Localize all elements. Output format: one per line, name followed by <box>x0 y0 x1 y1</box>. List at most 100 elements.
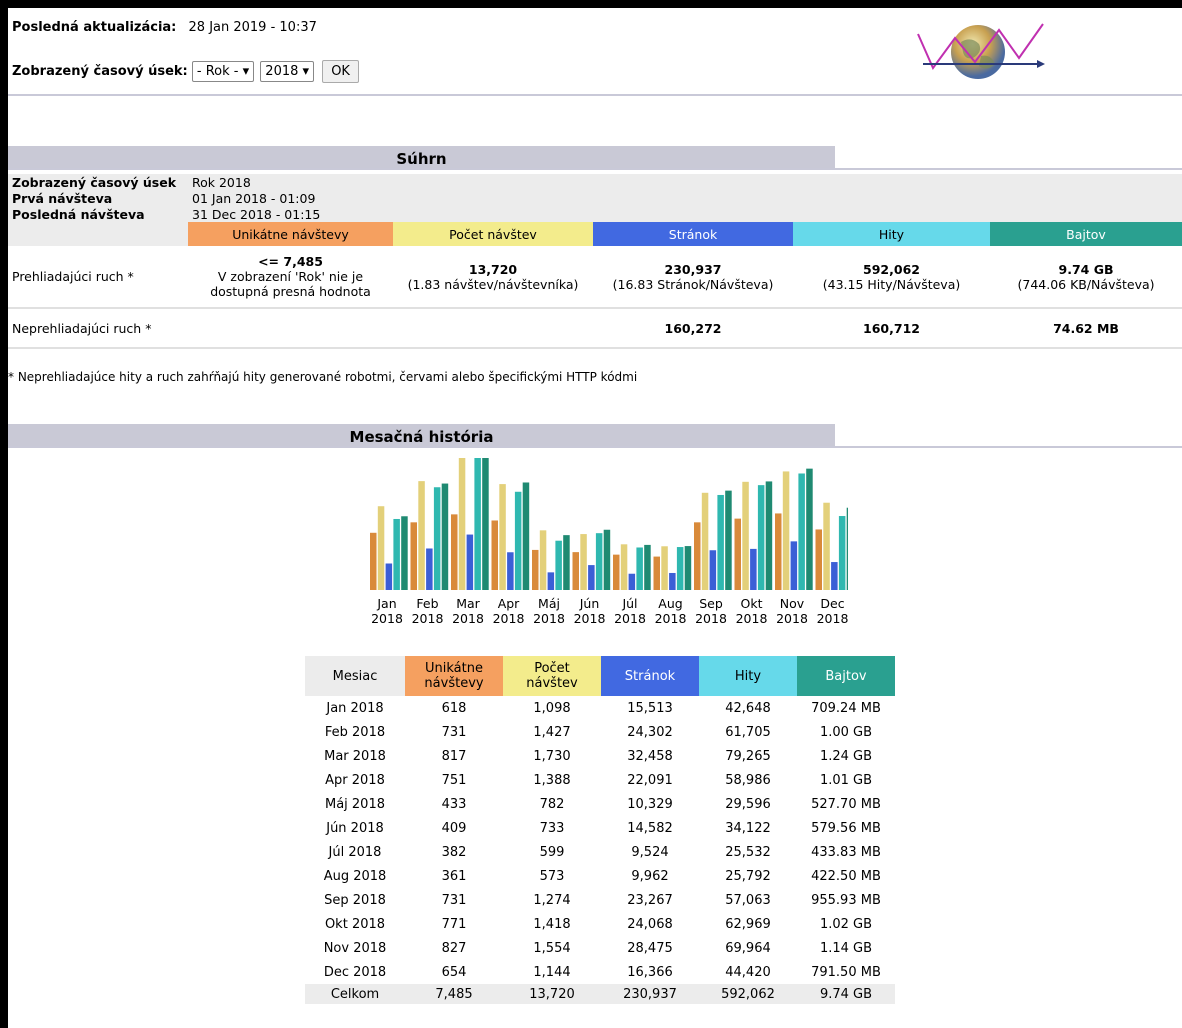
chart-month-label: Okt 2018 <box>732 596 772 626</box>
monthly-cell-hits: 29,596 <box>725 796 771 812</box>
viewed-pages-value: 230,937 <box>664 261 722 277</box>
chart-bar <box>653 556 660 590</box>
monthly-cell-hits: 42,648 <box>725 700 771 716</box>
chart-bar <box>636 547 643 590</box>
monthly-cell-unique: 731 <box>441 892 467 908</box>
chart-bar <box>684 546 692 590</box>
monthly-cell-hits: 25,532 <box>725 844 771 860</box>
chart-month-name: Okt <box>740 596 763 611</box>
monthly-cell-visits: 782 <box>539 796 565 812</box>
chart-bar <box>775 513 782 590</box>
monthly-cell-pages: 28,475 <box>627 940 673 956</box>
total-visits: 13,720 <box>529 986 575 1002</box>
monthly-cell-visits: 599 <box>539 844 565 860</box>
header-divider <box>8 94 1182 96</box>
monthly-cell-pages: 23,267 <box>627 892 673 908</box>
monthly-row: Mar 2018 817 1,730 32,458 79,265 1.24 GB <box>305 744 895 768</box>
monthly-row: Feb 2018 731 1,427 24,302 61,705 1.00 GB <box>305 720 895 744</box>
col-header-visits: Počet návštev <box>393 222 593 246</box>
monthly-cell-month: Dec 2018 <box>323 964 387 980</box>
monthly-cell-hits: 57,063 <box>725 892 771 908</box>
total-unique: 7,485 <box>435 986 473 1002</box>
monthly-cell-unique: 751 <box>441 772 467 788</box>
chart-bar <box>806 468 813 590</box>
monthly-cell-unique: 827 <box>441 940 467 956</box>
chart-bar <box>555 540 562 590</box>
period-label: Zobrazený časový úsek: <box>12 64 188 79</box>
chart-bar <box>798 473 805 590</box>
monthly-cell-visits: 1,274 <box>533 892 571 908</box>
viewed-bytes-value: 9.74 GB <box>1058 261 1114 277</box>
chart-bar <box>563 535 570 590</box>
monthly-cell-visits: 1,427 <box>533 724 571 740</box>
chart-month-label: Júl 2018 <box>610 596 650 626</box>
monthly-cell-bytes: 433.83 MB <box>811 844 881 860</box>
chart-month-label: Feb 2018 <box>408 596 448 626</box>
mon-header-month: Mesiac <box>305 656 405 696</box>
period-select[interactable]: - Rok - ▾ <box>191 61 255 82</box>
chart-bar <box>572 552 579 590</box>
ok-button[interactable]: OK <box>322 60 359 83</box>
monthly-row: Júl 2018 382 599 9,524 25,532 433.83 MB <box>305 840 895 864</box>
period-row-value: Rok 2018 <box>192 174 251 190</box>
chart-bar <box>676 547 684 590</box>
chart-bar <box>838 516 846 590</box>
chart-bar <box>669 572 676 590</box>
monthly-row: Nov 2018 827 1,554 28,475 69,964 1.14 GB <box>305 936 895 960</box>
viewed-hits-note: (43.15 Hity/Návšteva) <box>822 276 961 292</box>
viewed-unique-value: <= 7,485 <box>258 254 323 269</box>
chart-bar <box>620 544 628 590</box>
chart-bar <box>846 507 848 590</box>
chart-bar <box>823 502 830 590</box>
monthly-cell-bytes: 1.14 GB <box>819 940 873 956</box>
chart-month-name: Mar <box>456 596 480 611</box>
chart-month-label: Jan 2018 <box>367 596 407 626</box>
monthly-cell-visits: 1,554 <box>533 940 571 956</box>
mon-header-hits: Hity <box>699 656 797 696</box>
monthly-cell-pages: 9,524 <box>631 844 669 860</box>
chart-bar <box>765 481 773 590</box>
monthly-cell-bytes: 579.56 MB <box>811 820 881 836</box>
chart-bar <box>499 484 506 590</box>
nonviewed-traffic-label: Neprehliadajúci ruch * <box>12 320 152 336</box>
last-visit-label: Posledná návšteva <box>12 206 145 222</box>
chart-bar <box>701 492 709 590</box>
last-update-label: Posledná aktualizácia: <box>12 20 177 35</box>
chart-month-name: Máj <box>538 596 560 611</box>
monthly-cell-hits: 69,964 <box>725 940 771 956</box>
monthly-cell-pages: 14,582 <box>627 820 673 836</box>
monthly-cell-hits: 34,122 <box>725 820 771 836</box>
monthly-cell-bytes: 955.93 MB <box>811 892 881 908</box>
chart-month-year: 2018 <box>654 611 687 626</box>
chart-bar <box>790 541 798 590</box>
year-select[interactable]: 2018 ▾ <box>260 61 315 82</box>
chart-month-label: Apr 2018 <box>489 596 529 626</box>
chart-bar <box>613 554 620 590</box>
total-hits: 592,062 <box>721 986 775 1002</box>
window-frame-left <box>0 0 8 1028</box>
chart-bar <box>466 534 474 590</box>
chart-bar <box>757 485 765 590</box>
viewed-bytes-cell: 9.74 GB (744.06 KB/Návšteva) <box>990 246 1182 308</box>
monthly-cell-visits: 733 <box>539 820 565 836</box>
monthly-row: Jan 2018 618 1,098 15,513 42,648 709.24 MB <box>305 696 895 720</box>
chart-month-label: Jún 2018 <box>570 596 610 626</box>
page-content: Posledná aktualizácia: 28 Jan 2019 - 10:… <box>8 8 1182 1028</box>
chart-bar <box>522 482 530 590</box>
monthly-cell-pages: 32,458 <box>627 748 673 764</box>
monthly-cell-month: Júl 2018 <box>328 844 382 860</box>
monthly-cell-bytes: 527.70 MB <box>811 796 881 812</box>
summary-footnote: * Neprehliadajúce hity a ruch zahŕňajú h… <box>8 370 638 384</box>
viewed-visits-value: 13,720 <box>468 261 518 277</box>
chart-month-label: Máj 2018 <box>529 596 569 626</box>
chart-month-label: Nov 2018 <box>772 596 812 626</box>
monthly-cell-hits: 79,265 <box>725 748 771 764</box>
monthly-cell-hits: 58,986 <box>725 772 771 788</box>
chart-bar <box>433 487 441 590</box>
monthly-cell-visits: 573 <box>539 868 565 884</box>
chart-bar <box>815 529 822 590</box>
chart-month-name: Apr <box>497 596 520 611</box>
chart-month-year: 2018 <box>735 611 768 626</box>
chart-bar <box>491 520 498 590</box>
mon-header-unique: Unikátne návštevy <box>405 656 503 696</box>
